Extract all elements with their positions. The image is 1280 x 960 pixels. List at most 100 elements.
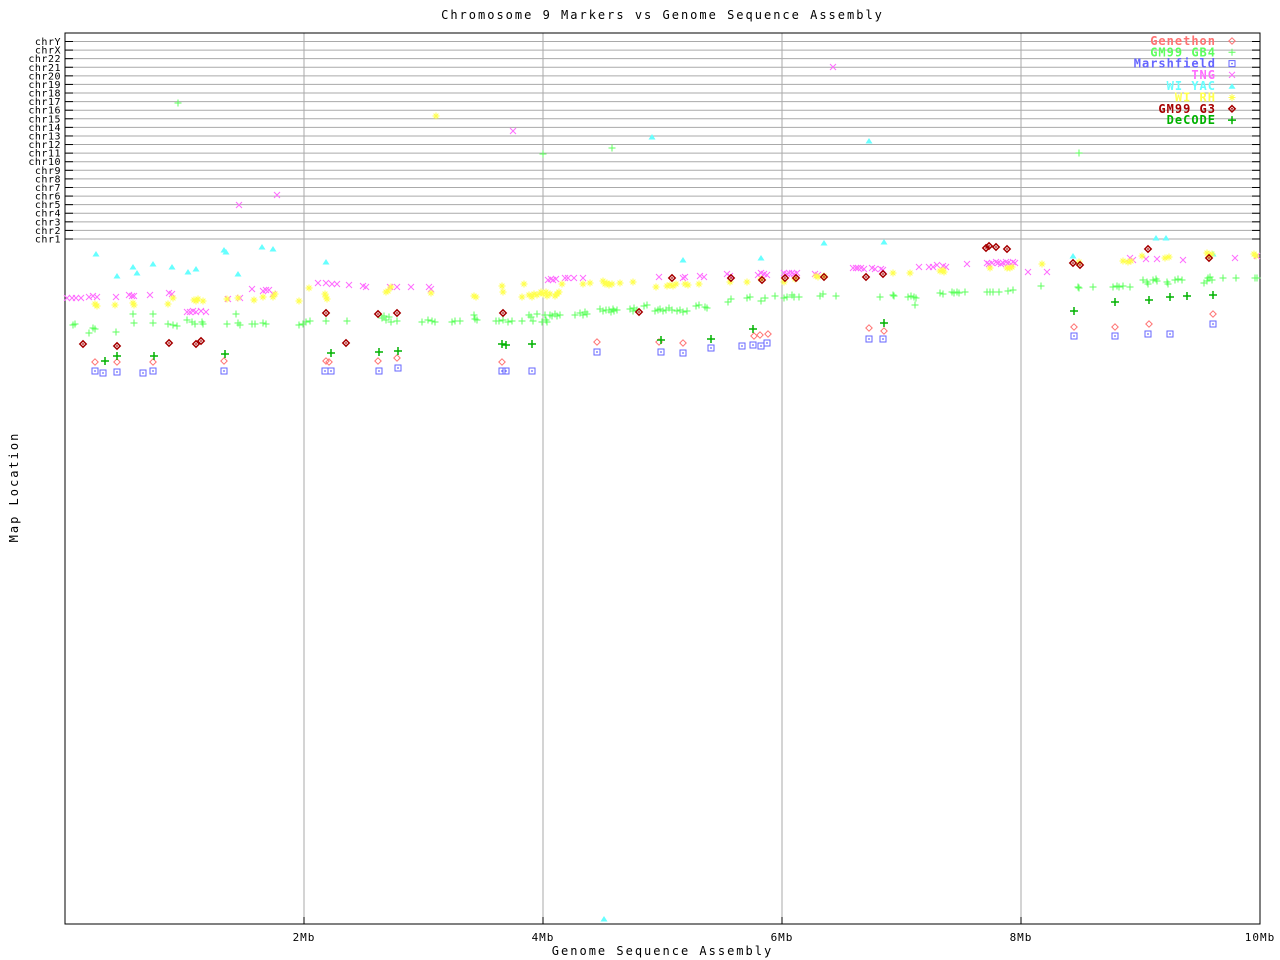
data-point-marker — [579, 280, 587, 288]
data-point-marker — [681, 273, 689, 281]
data-point-marker — [1228, 116, 1236, 125]
data-point-marker — [707, 335, 715, 343]
data-point-marker — [431, 318, 439, 326]
data-point-marker — [322, 259, 330, 265]
data-point-marker — [498, 282, 506, 290]
data-point-marker — [570, 274, 578, 282]
data-point-marker-dot — [988, 245, 990, 247]
data-point-marker — [448, 318, 456, 326]
legend: GenethonGM99 GB4MarshfieldTNGWI YACWI RH… — [1134, 34, 1237, 127]
data-point-marker — [785, 269, 793, 277]
data-point-marker — [1070, 307, 1078, 315]
data-point-marker — [558, 280, 566, 288]
data-point-marker — [168, 264, 176, 270]
data-point-marker — [374, 357, 382, 365]
data-point-marker-dot — [868, 338, 870, 340]
data-point-marker — [325, 358, 333, 366]
data-point-marker — [1127, 257, 1135, 265]
series-gm99-g3 — [78, 241, 1214, 351]
data-point-marker-dot — [505, 370, 507, 372]
data-point-marker — [608, 280, 616, 288]
data-point-marker — [643, 301, 651, 309]
data-point-marker — [915, 263, 923, 271]
data-point-marker — [648, 134, 656, 140]
data-point-marker — [1162, 235, 1170, 241]
data-point-marker — [750, 332, 758, 340]
data-point-marker — [1011, 259, 1019, 267]
data-point-marker — [983, 259, 991, 267]
data-point-marker — [1119, 257, 1127, 265]
data-point-marker — [1145, 296, 1153, 304]
data-point-marker-dot — [168, 342, 170, 344]
data-point-marker — [889, 269, 897, 277]
legend-swatch-plus-bold-icon — [1228, 116, 1236, 125]
data-point-marker — [1037, 282, 1045, 290]
data-point-marker — [743, 294, 751, 302]
data-point-marker-dot — [102, 372, 104, 374]
data-point-marker-dot — [766, 342, 768, 344]
data-point-marker-dot — [223, 370, 225, 372]
data-point-marker-dot — [882, 338, 884, 340]
data-point-marker — [989, 288, 997, 296]
data-point-marker-dot — [671, 277, 673, 279]
data-point-marker — [91, 358, 99, 366]
data-point-marker — [1152, 235, 1160, 241]
series-wi-rh — [91, 112, 1260, 310]
data-point-marker-dot — [152, 370, 154, 372]
data-point-marker — [85, 329, 93, 337]
data-point-marker — [911, 301, 919, 309]
data-point-marker — [508, 317, 516, 325]
data-point-marker — [724, 298, 732, 306]
data-point-marker-dot — [1147, 333, 1149, 335]
mb-gridlines: 2Mb 4Mb 6Mb 8Mb 10Mb — [293, 33, 1274, 944]
data-point-marker — [1219, 274, 1227, 282]
data-point-marker — [129, 310, 137, 318]
data-point-marker — [456, 317, 464, 325]
data-point-marker — [695, 280, 703, 288]
data-point-marker-dot — [865, 276, 867, 278]
data-point-marker — [832, 292, 840, 300]
data-point-marker — [1209, 291, 1217, 299]
data-point-marker — [499, 288, 507, 296]
data-point-marker — [865, 138, 873, 144]
data-point-marker — [259, 293, 267, 301]
data-point-marker — [749, 325, 757, 333]
data-point-marker-dot — [823, 276, 825, 278]
data-point-marker-dot — [1079, 264, 1081, 266]
data-point-marker — [608, 144, 616, 152]
data-point-marker-dot — [325, 312, 327, 314]
data-point-marker — [251, 320, 259, 328]
data-point-marker — [130, 319, 138, 327]
legend-entry-decode: DeCODE — [1167, 113, 1236, 127]
series-genethon — [91, 310, 1217, 366]
x-tick-label: 4Mb — [532, 931, 555, 944]
data-point-marker — [146, 291, 154, 299]
data-point-marker — [963, 260, 971, 268]
data-point-marker — [579, 274, 587, 282]
data-point-marker-dot — [710, 347, 712, 349]
data-point-marker — [518, 317, 526, 325]
data-point-marker — [113, 352, 121, 360]
data-point-marker — [1228, 71, 1236, 79]
series-gm99-gb4 — [69, 99, 1261, 337]
data-point-marker — [112, 293, 120, 301]
data-point-marker — [1232, 274, 1240, 282]
data-point-marker — [593, 338, 601, 346]
data-point-marker-dot — [660, 351, 662, 353]
data-point-marker — [657, 336, 665, 344]
data-point-marker — [232, 310, 240, 318]
data-point-marker — [849, 264, 857, 272]
x-tick-label: 8Mb — [1010, 931, 1033, 944]
data-point-marker-dot — [378, 370, 380, 372]
data-point-marker — [655, 273, 663, 281]
data-point-marker — [995, 288, 1003, 296]
data-point-marker — [556, 311, 564, 319]
data-point-marker — [880, 327, 888, 335]
legend-label: DeCODE — [1167, 113, 1216, 127]
data-point-marker — [184, 269, 192, 275]
data-point-marker — [322, 317, 330, 325]
data-point-marker — [343, 317, 351, 325]
data-point-marker — [1119, 282, 1127, 290]
data-point-marker — [586, 279, 594, 287]
data-point-marker — [788, 269, 796, 277]
